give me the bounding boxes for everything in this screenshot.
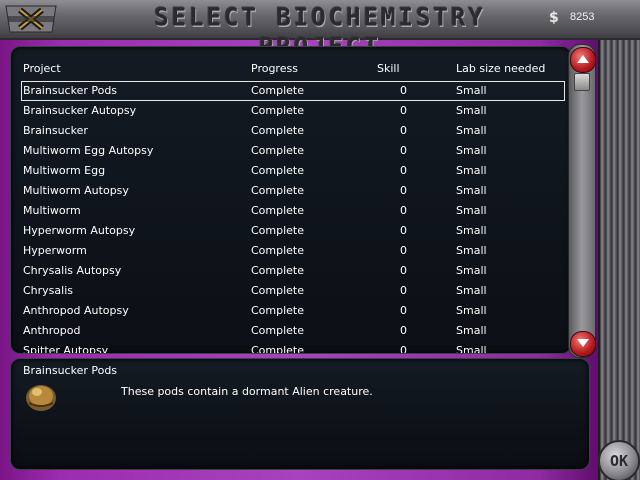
project-cell: Multiworm — [23, 204, 81, 217]
right-rail — [598, 0, 640, 480]
project-cell: Brainsucker — [23, 124, 88, 137]
chevron-up-icon — [577, 55, 589, 63]
skill-cell: 0 — [400, 124, 407, 137]
description-text: These pods contain a dormant Alien creat… — [121, 385, 373, 398]
money-display: $ 8253 — [548, 9, 628, 27]
lab-size-cell: Small — [456, 264, 487, 277]
skill-cell: 0 — [400, 344, 407, 354]
lab-size-cell: Small — [456, 164, 487, 177]
skill-cell: 0 — [400, 224, 407, 237]
project-cell: Multiworm Egg Autopsy — [23, 144, 154, 157]
progress-cell: Complete — [251, 244, 305, 257]
project-cell: Chrysalis Autopsy — [23, 264, 122, 277]
description-title: Brainsucker Pods — [23, 364, 118, 377]
progress-cell: Complete — [251, 104, 305, 117]
brainsucker-pod-icon — [21, 379, 61, 413]
skill-cell: 0 — [400, 104, 407, 117]
table-row[interactable]: Spitter Autopsy Complete 0 Small — [21, 341, 565, 354]
progress-cell: Complete — [251, 284, 305, 297]
progress-cell: Complete — [251, 304, 305, 317]
lab-size-cell: Small — [456, 184, 487, 197]
lab-size-cell: Small — [456, 84, 487, 97]
skill-cell: 0 — [400, 84, 407, 97]
progress-cell: Complete — [251, 164, 305, 177]
x-logo-icon — [2, 2, 60, 36]
lab-size-cell: Small — [456, 284, 487, 297]
column-header-progress: Progress — [251, 62, 298, 75]
progress-cell: Complete — [251, 344, 305, 354]
table-row[interactable]: Multiworm Egg Autopsy Complete 0 Small — [21, 141, 565, 161]
scroll-down-button[interactable] — [570, 331, 596, 357]
project-cell: Chrysalis — [23, 284, 73, 297]
description-panel: Brainsucker Pods These pods contain a do… — [10, 358, 590, 470]
scrollbar[interactable] — [568, 44, 596, 358]
table-row[interactable]: Multiworm Complete 0 Small — [21, 201, 565, 221]
progress-cell: Complete — [251, 144, 305, 157]
top-bar: SELECT BIOCHEMISTRY PROJECT $ 8253 — [0, 0, 640, 61]
lab-size-cell: Small — [456, 324, 487, 337]
progress-cell: Complete — [251, 264, 305, 277]
table-row[interactable]: Brainsucker Complete 0 Small — [21, 121, 565, 141]
skill-cell: 0 — [400, 324, 407, 337]
table-row[interactable]: Hyperworm Complete 0 Small — [21, 241, 565, 261]
progress-cell: Complete — [251, 224, 305, 237]
lab-size-cell: Small — [456, 224, 487, 237]
skill-cell: 0 — [400, 144, 407, 157]
skill-cell: 0 — [400, 284, 407, 297]
ok-button[interactable]: OK — [598, 440, 640, 480]
table-row[interactable]: Hyperworm Autopsy Complete 0 Small — [21, 221, 565, 241]
lab-size-cell: Small — [456, 124, 487, 137]
lab-size-cell: Small — [456, 304, 487, 317]
dollar-icon: $ — [549, 10, 559, 25]
column-header-skill: Skill — [377, 62, 400, 75]
project-cell: Spitter Autopsy — [23, 344, 109, 354]
project-cell: Multiworm Egg — [23, 164, 106, 177]
project-cell: Multiworm Autopsy — [23, 184, 129, 197]
column-header-project: Project — [23, 62, 61, 75]
progress-cell: Complete — [251, 84, 305, 97]
table-row[interactable]: Anthropod Autopsy Complete 0 Small — [21, 301, 565, 321]
lab-size-cell: Small — [456, 104, 487, 117]
table-row[interactable]: Multiworm Autopsy Complete 0 Small — [21, 181, 565, 201]
skill-cell: 0 — [400, 264, 407, 277]
project-cell: Anthropod Autopsy — [23, 304, 129, 317]
lab-size-cell: Small — [456, 204, 487, 217]
skill-cell: 0 — [400, 244, 407, 257]
skill-cell: 0 — [400, 204, 407, 217]
progress-cell: Complete — [251, 184, 305, 197]
table-row[interactable]: Brainsucker Autopsy Complete 0 Small — [21, 101, 565, 121]
column-header-lab-size: Lab size needed — [456, 62, 546, 75]
money-amount: 8253 — [570, 11, 595, 23]
lab-size-cell: Small — [456, 344, 487, 354]
progress-cell: Complete — [251, 124, 305, 137]
table-header: Project Progress Skill Lab size needed — [21, 59, 565, 79]
skill-cell: 0 — [400, 164, 407, 177]
skill-cell: 0 — [400, 304, 407, 317]
project-rows: Brainsucker Pods Complete 0 Small Brainsucke… — [21, 81, 565, 354]
scroll-thumb[interactable] — [574, 73, 590, 91]
project-cell: Hyperworm — [23, 244, 87, 257]
table-row[interactable]: Multiworm Egg Complete 0 Small — [21, 161, 565, 181]
project-cell: Anthropod — [23, 324, 81, 337]
project-cell: Brainsucker Pods — [23, 84, 118, 97]
table-row[interactable]: Chrysalis Autopsy Complete 0 Small — [21, 261, 565, 281]
chevron-down-icon — [577, 339, 589, 347]
game-screen: SELECT BIOCHEMISTRY PROJECT $ 8253 Proje… — [0, 0, 640, 480]
svg-text:$: $ — [549, 10, 559, 25]
lab-size-cell: Small — [456, 244, 487, 257]
progress-cell: Complete — [251, 324, 305, 337]
progress-cell: Complete — [251, 204, 305, 217]
table-row[interactable]: Chrysalis Complete 0 Small — [21, 281, 565, 301]
project-cell: Brainsucker Autopsy — [23, 104, 137, 117]
project-list-panel: Project Progress Skill Lab size needed B… — [10, 46, 572, 354]
ok-label: OK — [609, 452, 629, 470]
table-row[interactable]: Anthropod Complete 0 Small — [21, 321, 565, 341]
lab-size-cell: Small — [456, 144, 487, 157]
project-cell: Hyperworm Autopsy — [23, 224, 136, 237]
table-row[interactable]: Brainsucker Pods Complete 0 Small — [21, 81, 565, 101]
skill-cell: 0 — [400, 184, 407, 197]
scroll-up-button[interactable] — [570, 47, 596, 73]
